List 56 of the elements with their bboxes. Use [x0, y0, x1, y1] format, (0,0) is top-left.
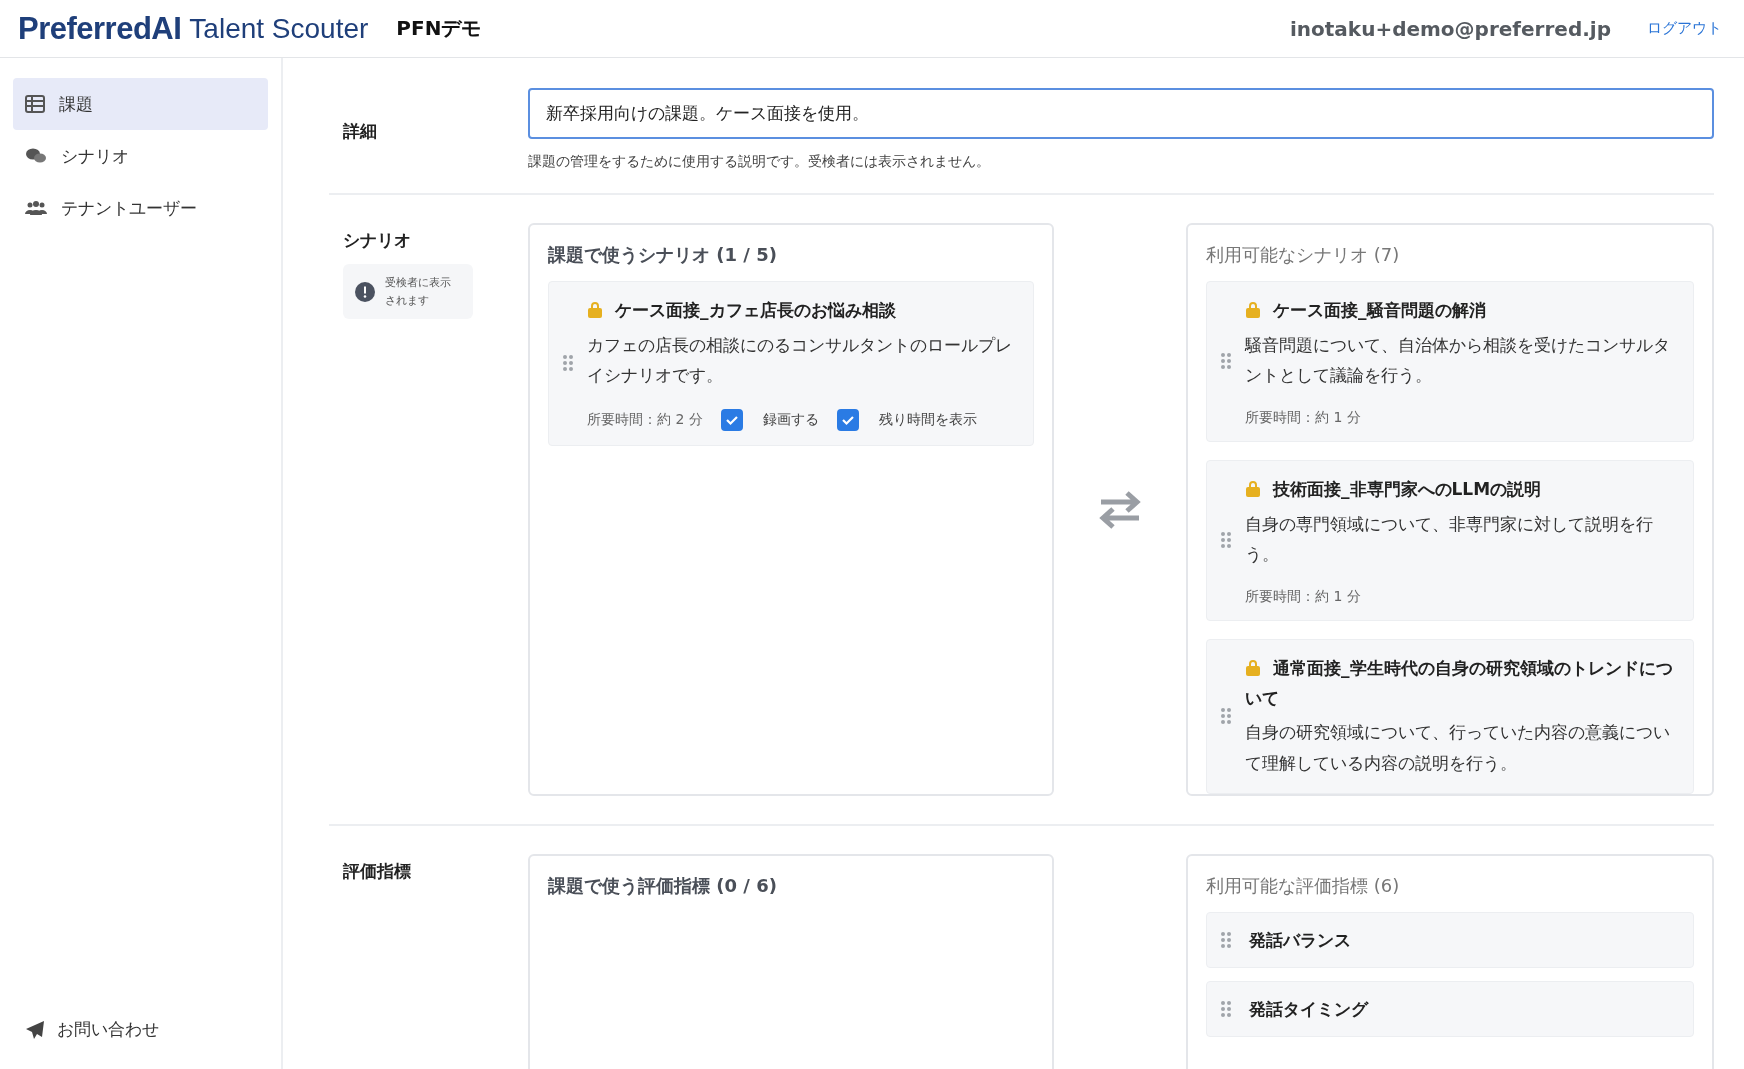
alert-icon — [355, 281, 375, 302]
metric-card[interactable]: 発話タイミング — [1206, 981, 1694, 1037]
detail-input[interactable]: 新卒採用向けの課題。ケース面接を使用。 — [528, 88, 1714, 139]
checkbox-label: 残り時間を表示 — [878, 410, 977, 429]
scenario-title: 技術面接_非専門家へのLLMの説明 — [1245, 474, 1679, 505]
drag-handle-icon[interactable] — [1221, 708, 1231, 725]
brand-logo[interactable]: PreferredAI — [18, 10, 182, 47]
scenario-card[interactable]: 通常面接_学生時代の自身の研究領域のトレンドについて 自身の研究領域について、行っていた内容の意義について理解している内容の説明を行う。 — [1206, 638, 1694, 794]
drag-handle-icon[interactable] — [1221, 932, 1231, 948]
lock-icon — [1245, 301, 1261, 318]
drag-handle-icon[interactable] — [563, 355, 573, 372]
checkbox-label: 録画する — [762, 410, 819, 429]
scenario-title: 通常面接_学生時代の自身の研究領域のトレンドについて — [1245, 656, 1674, 710]
swap-arrows-icon — [1097, 488, 1143, 531]
product-name: Talent Scouter — [189, 12, 369, 45]
info-note: 受検者に表示されます — [343, 264, 473, 320]
drag-handle-icon[interactable] — [1221, 532, 1231, 549]
lock-icon — [1245, 479, 1261, 497]
sidebar-item[interactable]: テナントユーザー — [13, 182, 268, 234]
table-icon — [25, 95, 45, 113]
duration-text: 所要時間：約 2 分 — [587, 410, 703, 429]
lock-icon — [587, 301, 603, 318]
scenario-title: ケース面接_カフェ店長のお悩み相談 — [587, 296, 1019, 326]
checkbox[interactable] — [836, 408, 859, 431]
chat-bubbles-icon — [25, 147, 47, 165]
sidebar-item[interactable]: 課題 — [13, 78, 268, 130]
scenario-card[interactable]: 技術面接_非専門家へのLLMの説明 自身の専門領域について、非専門家に対して説明を行う。 所要時間：約 1 分 — [1206, 459, 1694, 621]
duration-text: 所要時間：約 1 分 — [1245, 408, 1361, 427]
paper-plane-icon — [25, 1019, 45, 1040]
scenario-description: 自身の専門領域について、非専門家に対して説明を行う。 — [1245, 512, 1654, 567]
checkbox[interactable] — [720, 408, 743, 431]
scenario-description: 騒音問題について、自治体から相談を受けたコンサルタントとして議論を行う。 — [1245, 333, 1671, 388]
scenario-card[interactable]: ケース面接_騒音問題の解消 騒音問題について、自治体から相談を受けたコンサルタントとして議論を行う。 所要時間：約 1 分 — [1206, 281, 1694, 442]
drag-handle-icon[interactable] — [1221, 1001, 1231, 1017]
users-icon — [25, 200, 47, 216]
sidebar-item[interactable]: シナリオ — [13, 130, 268, 182]
scenario-card[interactable]: ケース面接_カフェ店長のお悩み相談 カフェの店長の相談にのるコンサルタントのロールプレイシナリオです。 所要時間：約 2 分 録画する 残り時間を表示 — [548, 281, 1034, 446]
scenario-description: 自身の研究領域について、行っていた内容の意義について理解している内容の説明を行う。 — [1245, 721, 1671, 775]
duration-text: 所要時間：約 1 分 — [1245, 587, 1361, 606]
panel-title: 課題で使う評価指標 (0 / 6) — [548, 874, 778, 898]
panel-title: 利用可能なシナリオ (7) — [1206, 243, 1401, 267]
section-label: 詳細 — [343, 120, 378, 143]
tenant-name: PFNデモ — [396, 15, 482, 42]
section-label: シナリオ — [343, 229, 412, 252]
panel-title: 利用可能な評価指標 (6) — [1206, 874, 1401, 898]
panel-title: 課題で使うシナリオ (1 / 5) — [548, 243, 778, 267]
metric-card[interactable]: 発話バランス — [1206, 912, 1694, 968]
user-email: inotaku+demo@preferred.jp — [1289, 16, 1611, 41]
hint-text: 課題の管理をするために使用する説明です。受検者には表示されません。 — [528, 153, 991, 171]
scenario-title: ケース面接_騒音問題の解消 — [1245, 296, 1679, 326]
lock-icon — [1245, 658, 1261, 676]
contact-link[interactable]: お問い合わせ — [13, 1018, 268, 1049]
logout-link[interactable]: ログアウト — [1647, 19, 1722, 38]
drag-handle-icon[interactable] — [1221, 353, 1231, 370]
scenario-description: カフェの店長の相談にのるコンサルタントのロールプレイシナリオです。 — [587, 333, 1013, 388]
section-label: 評価指標 — [343, 860, 412, 883]
